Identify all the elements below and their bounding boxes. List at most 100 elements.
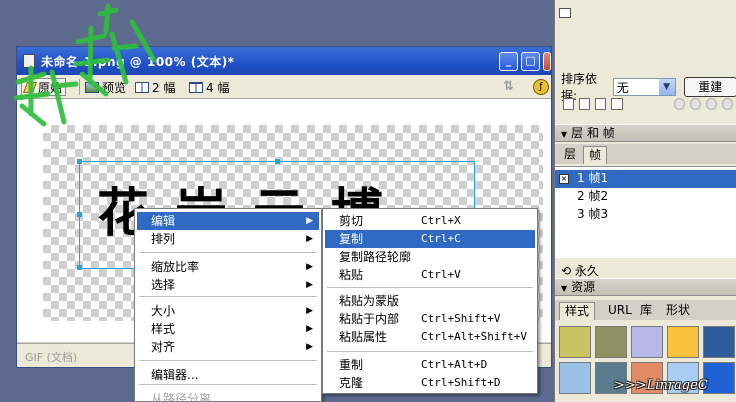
style-swatch[interactable] — [595, 326, 627, 358]
context-menu-item[interactable]: 大小 ▶ — [137, 302, 319, 320]
close-button[interactable] — [543, 52, 551, 71]
edit-alt-icon[interactable] — [595, 98, 607, 110]
menu-divider — [327, 287, 533, 288]
resize-handle[interactable] — [77, 159, 82, 164]
style-swatch[interactable] — [631, 326, 663, 358]
submenu-arrow-icon: ▶ — [306, 342, 313, 352]
style-swatch[interactable] — [559, 326, 591, 358]
context-menu-item[interactable]: 编辑 ▶ — [137, 212, 319, 230]
tab-shapes[interactable]: 形状 — [661, 302, 695, 320]
tab-url[interactable]: URL — [603, 302, 637, 320]
menu-item-label: 粘贴于内部 — [339, 312, 400, 326]
menu-item-shortcut: Ctrl+Shift+D — [421, 376, 501, 389]
context-menu-item[interactable]: 对齐 ▶ — [137, 338, 319, 356]
context-menu: 编辑 ▶ 排列 ▶ 缩放比率 ▶ 选择 ▶ 大小 ▶ 样式 ▶ 对齐 ▶ 编辑器... 从路径分离 — [134, 208, 322, 402]
menu-divider — [327, 351, 533, 352]
menu-item-label: 从路径分离 — [151, 392, 212, 402]
gif-export-icon[interactable]: ƒ — [533, 79, 549, 95]
menu-item-label: 粘贴 — [339, 268, 364, 282]
menu-divider — [139, 384, 317, 385]
four-up-icon — [189, 81, 203, 93]
context-menu-item[interactable]: 编辑器... — [137, 366, 319, 384]
menu-item-label: 克隆 — [339, 376, 364, 390]
trash-icon[interactable] — [721, 98, 733, 110]
frame-label: 3 帧3 — [577, 207, 609, 221]
resize-handle[interactable] — [77, 212, 82, 217]
edit-submenu-item[interactable]: 粘贴 Ctrl+V — [325, 266, 535, 284]
context-menu-item[interactable]: 排列 ▶ — [137, 230, 319, 248]
sort-selected-value: 无 — [616, 80, 629, 95]
tab-frames[interactable]: 帧 — [583, 146, 608, 164]
menu-item-label: 样式 — [151, 322, 176, 336]
context-menu-item[interactable]: 从路径分离 — [137, 390, 319, 402]
menu-item-label: 重制 — [339, 358, 364, 372]
frame-row[interactable]: 3 帧3 — [555, 206, 736, 224]
submenu-arrow-icon: ▶ — [306, 216, 313, 226]
menu-item-shortcut: Ctrl+V — [421, 268, 461, 281]
right-panel: 排序依据: 无 ▼ 重建 ▼ 层 和 帧 层 帧 × 1 帧1 2 帧2 3 帧3 — [554, 0, 736, 402]
circle-icon[interactable] — [673, 98, 685, 110]
frame-row[interactable]: 2 帧2 — [555, 188, 736, 206]
delete-icon[interactable] — [611, 98, 623, 110]
panel-checkbox[interactable] — [559, 8, 571, 18]
asset-tabs: 样式 URL 库 形状 — [555, 300, 736, 320]
menu-item-label: 复制路径轮廓 — [339, 250, 412, 264]
lock-icon[interactable] — [705, 98, 717, 110]
vertical-arrows-icon[interactable]: ⇅ — [503, 79, 519, 95]
edit-submenu-item[interactable]: 粘贴属性 Ctrl+Alt+Shift+V — [325, 328, 535, 346]
four-up-label: 4 幅 — [206, 80, 230, 95]
rebuild-button[interactable]: 重建 — [683, 77, 736, 97]
sort-select[interactable]: 无 ▼ — [612, 78, 676, 96]
style-swatch[interactable] — [559, 362, 591, 394]
menu-item-label: 缩放比率 — [151, 260, 200, 274]
edit-submenu-item[interactable]: 克隆 Ctrl+Shift+D — [325, 374, 535, 392]
triangle-down-icon: ▼ — [561, 284, 568, 293]
four-up-button[interactable]: 4 幅 — [189, 78, 229, 96]
edit-submenu: 剪切 Ctrl+X 复制 Ctrl+C 复制路径轮廓 粘贴 Ctrl+V 粘贴为蒙版 粘贴于内部… — [322, 208, 538, 394]
sort-row: 排序依据: 无 ▼ 重建 — [561, 72, 736, 103]
edit-submenu-item[interactable]: 粘贴于内部 Ctrl+Shift+V — [325, 310, 535, 328]
style-swatch[interactable] — [703, 326, 735, 358]
add-icon[interactable] — [563, 98, 575, 110]
submenu-arrow-icon: ▶ — [306, 306, 313, 316]
tab-library[interactable]: 库 — [635, 302, 657, 320]
context-menu-item[interactable]: 选择 ▶ — [137, 276, 319, 294]
frame-label: 1 帧1 — [577, 171, 609, 185]
resize-handle[interactable] — [275, 159, 280, 164]
frame-row[interactable]: × 1 帧1 — [555, 170, 736, 188]
submenu-arrow-icon: ▶ — [306, 324, 313, 334]
edit-submenu-item[interactable]: 剪切 Ctrl+X — [325, 212, 535, 230]
layers-frames-title: 层 和 帧 — [571, 126, 615, 140]
layer-tabs: 层 帧 — [555, 144, 736, 164]
loop-setting[interactable]: ⟲ 永久 — [561, 262, 599, 279]
watermark-logo — [13, 3, 157, 127]
frame-visibility-checkbox[interactable]: × — [559, 174, 569, 184]
minimize-button[interactable]: _ — [499, 52, 518, 71]
menu-divider — [139, 296, 317, 297]
chevron-down-icon[interactable]: ▼ — [658, 79, 675, 95]
layers-frames-header[interactable]: ▼ 层 和 帧 — [555, 124, 736, 142]
style-swatch[interactable] — [667, 326, 699, 358]
cube-icon[interactable] — [689, 98, 701, 110]
assets-header[interactable]: ▼ 资源 — [555, 278, 736, 296]
edit-submenu-item[interactable]: 粘贴为蒙版 — [325, 292, 535, 310]
menu-item-label: 粘贴属性 — [339, 330, 388, 344]
edit-submenu-item[interactable]: 重制 Ctrl+Alt+D — [325, 356, 535, 374]
menu-item-label: 大小 — [151, 304, 176, 318]
tab-styles[interactable]: 样式 — [559, 302, 596, 320]
edit-submenu-item[interactable]: 复制路径轮廓 — [325, 248, 535, 266]
edit-submenu-item[interactable]: 复制 Ctrl+C — [325, 230, 535, 248]
menu-item-label: 编辑器... — [151, 368, 199, 382]
menu-item-shortcut: Ctrl+Shift+V — [421, 312, 501, 325]
edit-icon[interactable] — [579, 98, 591, 110]
menu-divider — [139, 252, 317, 253]
sort-tool-icons — [563, 98, 733, 112]
menu-item-label: 复制 — [339, 232, 364, 246]
context-menu-item[interactable]: 缩放比率 ▶ — [137, 258, 319, 276]
tab-layers[interactable]: 层 — [559, 146, 581, 164]
maximize-button[interactable]: □ — [521, 52, 540, 71]
menu-item-label: 对齐 — [151, 340, 176, 354]
frame-list: × 1 帧1 2 帧2 3 帧3 — [555, 166, 736, 258]
resize-handle[interactable] — [77, 265, 82, 270]
context-menu-item[interactable]: 样式 ▶ — [137, 320, 319, 338]
